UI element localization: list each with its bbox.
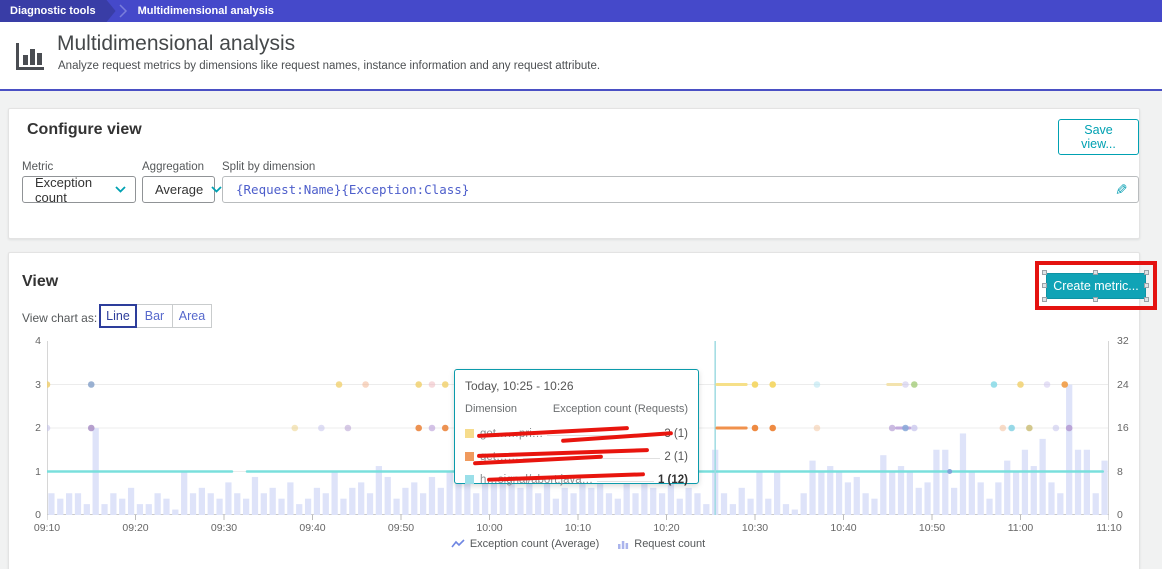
axis-tick-label: 24 [1117, 378, 1129, 391]
selection-handle [1093, 270, 1098, 275]
legend-exception-count[interactable]: Exception count (Average) [451, 538, 599, 550]
axis-tick-label: 09:50 [387, 522, 415, 534]
selection-handle [1042, 283, 1047, 288]
selection-handle [1144, 297, 1149, 302]
view-card: View Create metric... View chart as: Lin… [8, 252, 1157, 569]
aggregation-select-value: Average [155, 182, 204, 197]
axis-tick-label: 09:10 [33, 522, 61, 534]
axis-tick-label: 16 [1117, 422, 1129, 434]
axis-tick-label: 3 [35, 378, 41, 391]
tooltip-value: 2 (1) [664, 451, 688, 463]
series-swatch [465, 475, 474, 484]
view-title: View [22, 273, 59, 290]
chevron-down-icon [115, 186, 126, 193]
aggregation-label: Aggregation [142, 161, 205, 173]
line-icon [451, 539, 465, 548]
chart-mode-area-button[interactable]: Area [172, 304, 212, 328]
selection-handle [1093, 297, 1098, 302]
axis-tick-label: 32 [1117, 335, 1129, 347]
multidimensional-analysis-page: Diagnostic tools Multidimensional analys… [0, 0, 1162, 569]
aggregation-select[interactable]: Average [142, 176, 222, 203]
tooltip-value: 1 (12) [657, 474, 688, 486]
axis-tick-label: 10:50 [918, 522, 946, 534]
save-view-button[interactable]: Save view... [1058, 119, 1139, 155]
page-subtitle: Analyze request metrics by dimensions li… [58, 60, 601, 72]
breadcrumb-separator-icon [118, 0, 128, 22]
axis-tick-label: 0 [35, 509, 41, 521]
configure-view-card: Configure view Save view... Metric Aggre… [8, 108, 1140, 344]
tooltip-row: get…… 2 (1) [465, 446, 688, 466]
selection-handle [1042, 270, 1047, 275]
axis-tick-label: 11:00 [1007, 522, 1034, 534]
view-chart-as-label: View chart as: [22, 311, 98, 325]
series-swatch [465, 429, 474, 438]
breadcrumb-multidimensional-analysis[interactable]: Multidimensional analysis [138, 0, 274, 22]
axis-tick-label: 1 [35, 465, 41, 478]
axis-tick-label: 8 [1117, 465, 1123, 478]
tooltip-col-value: Exception count (Requests) [552, 403, 688, 415]
selection-handle [1144, 270, 1149, 275]
bar-chart-icon [14, 39, 46, 80]
breadcrumb: Diagnostic tools Multidimensional analys… [0, 0, 1162, 22]
axis-tick-label: 0 [1117, 509, 1123, 521]
split-by-dimension-input[interactable] [236, 182, 1116, 197]
redaction-scribble [560, 431, 674, 443]
legend-label: Exception count (Average) [469, 538, 600, 550]
page-header: Multidimensional analysis Analyze reques… [0, 22, 1162, 91]
axis-tick-label: 10:10 [564, 522, 592, 534]
axis-tick-label: 10:20 [653, 522, 680, 534]
selection-handle [1144, 283, 1149, 288]
split-by-dimension-field: ✎ [222, 176, 1139, 203]
tooltip-row: get……pri… 3 (1) [465, 423, 688, 443]
selection-handle [1042, 297, 1047, 302]
axis-tick-label: 09:30 [210, 522, 238, 534]
series-swatch [465, 452, 474, 461]
page-title: Multidimensional analysis [57, 32, 296, 55]
metric-select[interactable]: Exception count [22, 174, 136, 205]
configure-view-title: Configure view [27, 121, 142, 138]
chart-legend: Exception count (Average) Request count [47, 538, 1109, 550]
leader-line [597, 481, 654, 482]
create-metric-button[interactable]: Create metric... [1046, 273, 1146, 299]
tooltip-title: Today, 10:25 - 10:26 [465, 379, 574, 393]
axis-tick-label: 09:20 [122, 522, 149, 534]
axis-tick-label: 2 [35, 422, 41, 434]
axis-tick-label: 09:40 [299, 522, 326, 534]
pencil-icon[interactable]: ✎ [1115, 181, 1128, 199]
tooltip-row: h…signal/abort.java… 1 (12) [465, 469, 688, 486]
axis-tick-label: 10:40 [830, 522, 857, 534]
legend-request-count[interactable]: Request count [617, 538, 705, 550]
split-by-dimension-label: Split by dimension [222, 161, 316, 173]
axis-tick-label: 10:00 [476, 522, 503, 534]
axis-tick-label: 11:10 [1096, 522, 1122, 534]
metric-select-value: Exception count [35, 174, 93, 205]
metric-label: Metric [22, 161, 54, 173]
chart-tooltip: Today, 10:25 - 10:26 Dimension Exception… [454, 369, 699, 486]
breadcrumb-diagnostic-tools[interactable]: Diagnostic tools [0, 0, 116, 22]
chart-mode-line-button[interactable]: Line [99, 304, 137, 328]
chart-mode-bar-button[interactable]: Bar [136, 304, 173, 328]
legend-label: Request count [634, 538, 706, 550]
axis-tick-label: 10:30 [741, 522, 769, 534]
axis-tick-label: 4 [35, 335, 41, 347]
bars-icon [618, 541, 629, 549]
tooltip-col-dimension: Dimension [465, 403, 517, 415]
chevron-down-icon [211, 186, 222, 193]
